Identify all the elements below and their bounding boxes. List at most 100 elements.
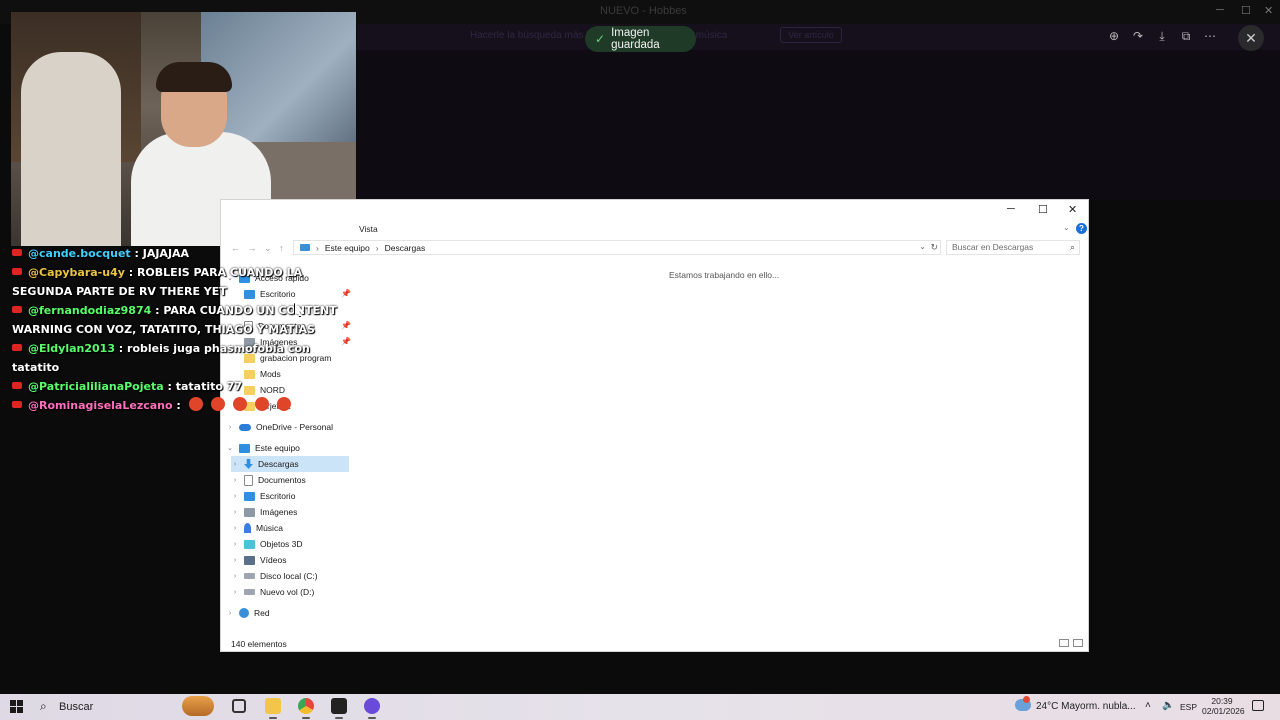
- devil-emoji-icon: [276, 397, 291, 411]
- explorer-minimize-icon[interactable]: ─: [1007, 203, 1015, 215]
- viewer-close-icon[interactable]: ✕: [1238, 25, 1264, 51]
- viewer-toolbar: ⊕ ↷ ⤓ ⧉ ⋯: [1106, 28, 1218, 44]
- devil-emoji-icon: [210, 397, 225, 411]
- breadcrumb-current[interactable]: Descargas: [385, 243, 426, 253]
- chat-message: @fernandodiaz9874 : PARA CUANDO UN CONTE…: [12, 301, 342, 339]
- sidebar-item-pc-documentos[interactable]: › Documentos: [231, 472, 306, 488]
- music-icon: [244, 523, 251, 533]
- devil-emoji-icon: [254, 397, 269, 411]
- webcam-person-left: [21, 52, 121, 246]
- chevron-right-icon[interactable]: ›: [231, 477, 239, 484]
- sidebar-item-label: Disco local (C:): [260, 571, 318, 581]
- open-external-icon[interactable]: ⧉: [1178, 28, 1194, 44]
- saved-toast: ✓ Imagen guardada: [585, 26, 696, 52]
- sidebar-item-musica[interactable]: › Música: [231, 520, 283, 536]
- refresh-icon[interactable]: ↻: [930, 242, 938, 253]
- chevron-right-icon[interactable]: ›: [231, 557, 239, 564]
- chevron-right-icon[interactable]: ›: [231, 493, 239, 500]
- language-indicator[interactable]: ESP: [1180, 702, 1197, 712]
- notification-icon[interactable]: [1252, 700, 1264, 711]
- sidebar-item-disco-d[interactable]: › Nuevo vol (D:): [231, 584, 315, 600]
- weather-alert-icon: [1023, 696, 1030, 703]
- sidebar-item-label: Escritorio: [260, 491, 296, 501]
- check-icon: ✓: [595, 32, 606, 46]
- chevron-right-icon[interactable]: ›: [226, 424, 234, 431]
- chevron-right-icon[interactable]: ›: [231, 573, 239, 580]
- search-icon[interactable]: ⌕: [40, 699, 47, 714]
- share-icon[interactable]: ↷: [1130, 28, 1146, 44]
- search-placeholder: Buscar en Descargas: [952, 242, 1034, 252]
- speaker-icon[interactable]: 🔈: [1162, 700, 1174, 711]
- minimize-icon[interactable]: ─: [1216, 4, 1224, 16]
- start-button[interactable]: [10, 700, 23, 713]
- sidebar-item-label: Red: [254, 608, 270, 618]
- sidebar-item-descargas[interactable]: › Descargas: [231, 456, 349, 472]
- chat-message: @Capybara-u4y : ROBLEIS PARA CUANDO LA S…: [12, 263, 342, 301]
- weather-text[interactable]: 24°C Mayorm. nubla...: [1036, 701, 1136, 712]
- background-title: NUEVO - Hobbes: [600, 5, 687, 17]
- sidebar-item-disco-c[interactable]: › Disco local (C:): [231, 568, 318, 584]
- sidebar-item-label: Este equipo: [255, 443, 300, 453]
- chevron-right-icon[interactable]: ›: [231, 509, 239, 516]
- loading-message: Estamos trabajando en ello...: [669, 270, 780, 280]
- maximize-icon[interactable]: ☐: [1241, 4, 1251, 17]
- sidebar-item-objetos-3d[interactable]: › Objetos 3D: [231, 536, 303, 552]
- background-banner-button[interactable]: Ver artículo: [780, 27, 842, 43]
- file-explorer-icon[interactable]: [265, 698, 281, 714]
- clock[interactable]: 20:39 02/01/2026: [1202, 696, 1245, 716]
- search-input[interactable]: Buscar en Descargas ⌕: [946, 240, 1080, 255]
- more-icon[interactable]: ⋯: [1202, 28, 1218, 44]
- chrome-icon[interactable]: [298, 698, 314, 714]
- epic-games-icon[interactable]: [331, 698, 347, 714]
- chevron-up-icon[interactable]: ˄: [1145, 700, 1151, 711]
- taskbar-search[interactable]: Buscar: [59, 701, 93, 713]
- task-view-icon[interactable]: [232, 699, 246, 713]
- running-indicator: [368, 717, 376, 719]
- chevron-right-icon[interactable]: ›: [231, 525, 239, 532]
- sidebar-item-red[interactable]: › Red: [226, 605, 270, 621]
- chevron-right-icon[interactable]: ›: [231, 589, 239, 596]
- chat-message: @PatricialilianaPojeta : tatatito 77: [12, 377, 342, 396]
- ribbon-tab-vista[interactable]: Vista: [359, 224, 378, 234]
- clock-date: 02/01/2026: [1202, 706, 1245, 716]
- chat-username: @RominagiselaLezcano: [28, 399, 173, 412]
- ribbon-expand-icon[interactable]: ⌄: [1063, 223, 1070, 232]
- help-icon[interactable]: ?: [1076, 223, 1087, 234]
- explorer-maximize-icon[interactable]: ☐: [1038, 203, 1048, 216]
- close-window-icon[interactable]: ✕: [1264, 4, 1273, 17]
- download-icon[interactable]: ⤓: [1154, 28, 1170, 44]
- chat-username: @Capybara-u4y: [28, 266, 125, 279]
- sidebar-item-label: Imágenes: [260, 507, 298, 517]
- chat-message: @RominagiselaLezcano :: [12, 396, 342, 415]
- search-highlight-icon[interactable]: [182, 696, 214, 716]
- chat-text: : JAJAJAA: [130, 247, 190, 260]
- youtube-icon: [12, 306, 22, 313]
- explorer-titlebar: [221, 200, 1088, 220]
- sidebar-item-onedrive[interactable]: › OneDrive - Personal: [226, 419, 333, 435]
- explorer-close-icon[interactable]: ✕: [1068, 203, 1077, 216]
- app-icon[interactable]: [364, 698, 380, 714]
- network-icon: [239, 608, 249, 618]
- zoom-in-icon[interactable]: ⊕: [1106, 28, 1122, 44]
- address-dropdown-icon[interactable]: ⌄: [919, 242, 926, 251]
- chevron-right-icon[interactable]: ›: [231, 541, 239, 548]
- details-view-icon[interactable]: [1059, 639, 1069, 647]
- cube-icon: [244, 539, 255, 549]
- drive-icon: [244, 589, 255, 595]
- youtube-icon: [12, 344, 22, 351]
- address-bar[interactable]: › Este equipo › Descargas ⌄ ↻: [293, 240, 941, 255]
- sidebar-item-pc-imagenes[interactable]: › Imágenes: [231, 504, 298, 520]
- chat-text: :: [172, 399, 181, 412]
- large-icons-view-icon[interactable]: [1073, 639, 1083, 647]
- sidebar-item-este-equipo[interactable]: ⌄ Este equipo: [226, 440, 300, 456]
- chevron-right-icon[interactable]: ›: [226, 610, 234, 617]
- sidebar-item-pc-escritorio[interactable]: › Escritorio: [231, 488, 296, 504]
- chevron-right-icon[interactable]: ›: [231, 461, 239, 468]
- chevron-down-icon[interactable]: ⌄: [226, 444, 234, 452]
- sidebar-item-videos[interactable]: › Vídeos: [231, 552, 287, 568]
- desktop-icon: [244, 491, 255, 501]
- youtube-icon: [12, 249, 22, 256]
- devil-emoji-icon: [188, 397, 203, 411]
- sidebar-item-label: Música: [256, 523, 283, 533]
- background-right-panel: [1090, 200, 1280, 680]
